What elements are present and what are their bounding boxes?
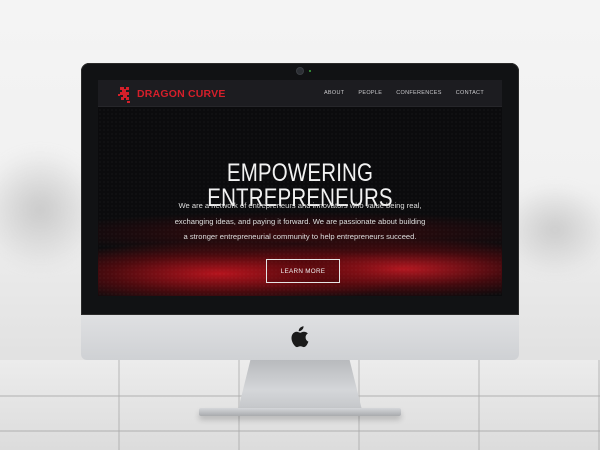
main-nav: ABOUT PEOPLE CONFERENCES CONTACT	[324, 90, 484, 97]
monitor-bezel: DRAGON CURVE ABOUT PEOPLE CONFERENCES CO…	[81, 63, 519, 315]
imac-monitor: DRAGON CURVE ABOUT PEOPLE CONFERENCES CO…	[81, 63, 519, 416]
hero-line-1: We are a network of entrepreneurs and in…	[178, 201, 422, 210]
monitor-stand-base	[199, 408, 401, 416]
hero-line-3: a stronger entrepreneurial community to …	[183, 232, 417, 241]
site-navbar: DRAGON CURVE ABOUT PEOPLE CONFERENCES CO…	[98, 80, 502, 107]
monitor-chin	[81, 315, 519, 360]
apple-icon	[291, 326, 309, 348]
nav-about[interactable]: ABOUT	[324, 90, 344, 97]
website-screen: DRAGON CURVE ABOUT PEOPLE CONFERENCES CO…	[98, 80, 502, 296]
hero-line-2: exchanging ideas, and paying it forward.…	[174, 216, 426, 226]
nav-contact[interactable]: CONTACT	[456, 90, 484, 97]
dragon-curve-icon	[118, 87, 130, 103]
camera-icon	[297, 68, 303, 74]
monitor-stand	[238, 360, 362, 410]
brand-logo[interactable]: DRAGON CURVE	[117, 85, 226, 104]
nav-people[interactable]: PEOPLE	[358, 90, 382, 97]
camera-led	[309, 70, 311, 72]
nav-conferences[interactable]: CONFERENCES	[396, 90, 441, 97]
learn-more-button[interactable]: LEARN MORE	[266, 259, 340, 283]
hero-description: We are a network of entrepreneurs and in…	[98, 198, 502, 245]
brand-name: DRAGON CURVE	[137, 88, 226, 101]
